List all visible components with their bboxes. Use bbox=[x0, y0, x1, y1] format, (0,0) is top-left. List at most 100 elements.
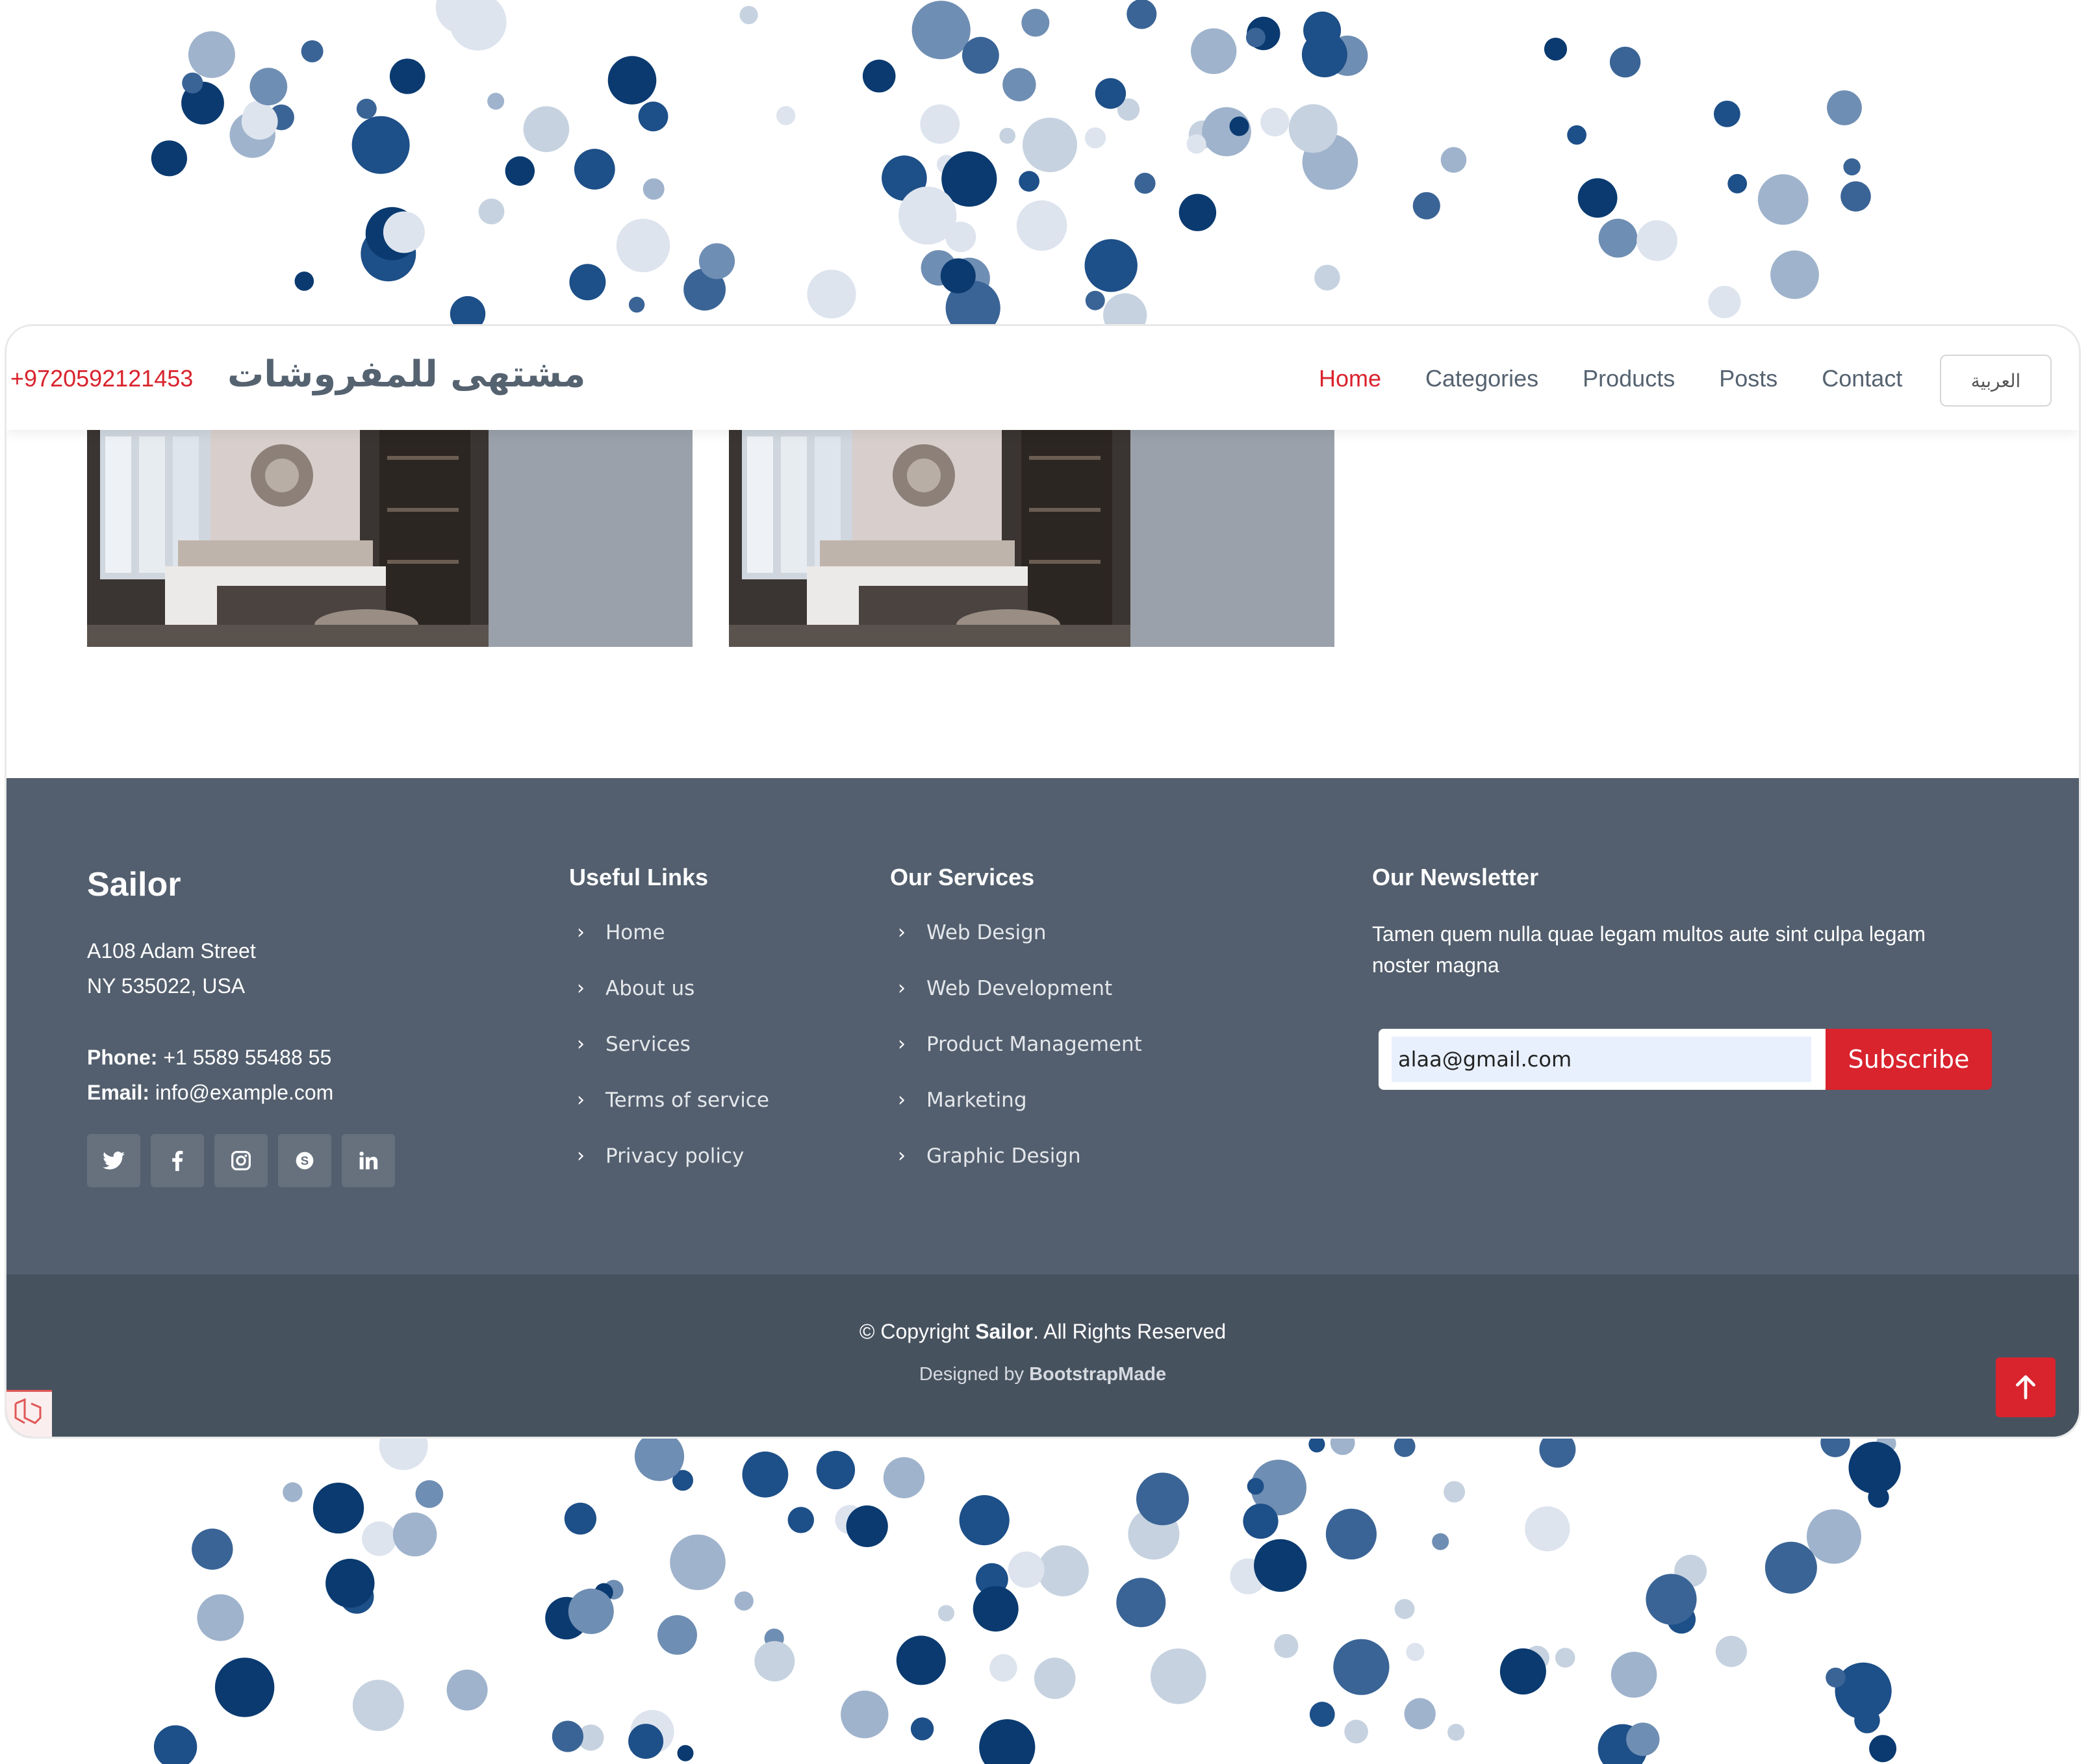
footer-service-product-management[interactable]: › Product Management bbox=[898, 1033, 1142, 1089]
chevron-right-icon: › bbox=[577, 1089, 585, 1111]
decorative-dot bbox=[1555, 1648, 1575, 1668]
twitter-icon[interactable] bbox=[87, 1134, 140, 1187]
nav-contact[interactable]: Contact bbox=[1822, 365, 1902, 392]
footer-link-about[interactable]: › About us bbox=[577, 977, 769, 1033]
decorative-dot bbox=[754, 1641, 795, 1682]
decorative-dot bbox=[1854, 1707, 1880, 1733]
nav-home[interactable]: Home bbox=[1319, 365, 1381, 392]
nav-categories[interactable]: Categories bbox=[1425, 365, 1538, 392]
skype-icon[interactable]: S bbox=[278, 1134, 331, 1187]
decorative-dot bbox=[962, 36, 999, 74]
decorative-dot bbox=[776, 106, 796, 125]
decorative-dot bbox=[1406, 1643, 1425, 1661]
subscribe-button[interactable]: Subscribe bbox=[1826, 1029, 1992, 1090]
footer-service-web-design[interactable]: › Web Design bbox=[898, 921, 1142, 977]
decorative-dot bbox=[197, 1594, 244, 1641]
footer-link-home[interactable]: › Home bbox=[577, 921, 769, 977]
decorative-dot bbox=[392, 1512, 437, 1557]
chevron-right-icon: › bbox=[898, 977, 906, 1000]
decorative-dot bbox=[1646, 1574, 1697, 1625]
services-list: › Web Design › Web Development › Product Ma… bbox=[898, 921, 1142, 1200]
decorative-dot bbox=[362, 1521, 397, 1556]
linkedin-icon[interactable] bbox=[342, 1134, 395, 1187]
decorative-dot bbox=[1807, 1509, 1861, 1564]
decorative-dot bbox=[1021, 8, 1050, 37]
decorative-dot bbox=[1843, 158, 1861, 176]
decorative-dot bbox=[153, 1725, 197, 1764]
decorative-dot bbox=[1134, 173, 1156, 194]
decorative-dot bbox=[1084, 127, 1106, 149]
decorative-dot bbox=[634, 1431, 685, 1481]
footer-service-marketing[interactable]: › Marketing bbox=[898, 1089, 1142, 1144]
decorative-dot bbox=[1770, 250, 1819, 299]
decorative-dot bbox=[351, 116, 410, 174]
bedroom-photo bbox=[729, 430, 1130, 647]
site-logo-text[interactable]: مشتهى للمفروشات bbox=[227, 353, 585, 396]
footer-service-label: Web Development bbox=[926, 977, 1113, 1000]
header-phone[interactable]: +9720592121453 bbox=[10, 365, 193, 392]
footer-link-privacy[interactable]: › Privacy policy bbox=[577, 1144, 769, 1200]
decorative-dot bbox=[896, 1635, 946, 1685]
newsletter-email-input[interactable] bbox=[1392, 1037, 1811, 1082]
decorative-dot bbox=[325, 1559, 375, 1608]
decorative-dot bbox=[1254, 1539, 1307, 1592]
nav-posts[interactable]: Posts bbox=[1719, 365, 1777, 392]
gallery-image-2[interactable] bbox=[729, 430, 1334, 647]
decorative-dot bbox=[1757, 174, 1809, 225]
gallery-image-1[interactable] bbox=[87, 430, 693, 647]
useful-links-title: Useful Links bbox=[569, 864, 709, 890]
decorative-dot bbox=[937, 1605, 954, 1622]
our-services-title: Our Services bbox=[890, 864, 1035, 890]
footer-link-services[interactable]: › Services bbox=[577, 1033, 769, 1089]
decorative-dot bbox=[249, 68, 288, 106]
arrow-up-icon bbox=[2016, 1375, 2035, 1400]
decorative-dot bbox=[214, 1657, 275, 1717]
decorative-dot bbox=[1151, 1648, 1206, 1704]
decorative-dot bbox=[1544, 38, 1568, 61]
decorative-dot bbox=[1333, 1639, 1390, 1695]
decorative-dot bbox=[1626, 1722, 1660, 1756]
chevron-right-icon: › bbox=[577, 977, 585, 1000]
browser-window: +9720592121453 مشتهى للمفروشات Home Cate… bbox=[6, 326, 2079, 1437]
copyright-brand: Sailor bbox=[975, 1320, 1034, 1343]
useful-links-list: › Home › About us › Services › Terms of serv… bbox=[577, 921, 769, 1200]
footer-link-label: Home bbox=[605, 921, 665, 944]
decorative-dot bbox=[1136, 1472, 1189, 1526]
decorative-dot bbox=[1084, 239, 1138, 292]
chevron-right-icon: › bbox=[577, 921, 585, 944]
decorative-dot bbox=[816, 1450, 856, 1490]
decorative-dot bbox=[1848, 1441, 1901, 1494]
facebook-icon[interactable] bbox=[151, 1134, 204, 1187]
decorative-dot bbox=[1764, 1541, 1817, 1594]
decorative-dot bbox=[1274, 1633, 1299, 1658]
back-to-top-button[interactable] bbox=[1996, 1357, 2056, 1417]
instagram-icon[interactable] bbox=[214, 1134, 268, 1187]
decorative-dot bbox=[1714, 101, 1740, 127]
footer-link-label: Privacy policy bbox=[605, 1144, 745, 1168]
decorative-dot bbox=[1567, 125, 1587, 145]
decorative-dot bbox=[739, 6, 758, 25]
decorative-dot bbox=[657, 1615, 697, 1655]
footer-service-graphic-design[interactable]: › Graphic Design bbox=[898, 1144, 1142, 1200]
designed-by-link[interactable]: BootstrapMade bbox=[1029, 1364, 1166, 1385]
footer-link-terms[interactable]: › Terms of service bbox=[577, 1089, 769, 1144]
decorative-dot bbox=[1598, 218, 1638, 258]
decorative-dot bbox=[1412, 192, 1440, 220]
footer-service-web-development[interactable]: › Web Development bbox=[898, 977, 1142, 1033]
decorative-dot bbox=[1715, 1635, 1747, 1667]
footer-email-value[interactable]: info@example.com bbox=[155, 1081, 333, 1104]
decorative-dot bbox=[1440, 147, 1467, 173]
decorative-dot bbox=[807, 270, 856, 319]
nav-products[interactable]: Products bbox=[1583, 365, 1675, 392]
footer-service-label: Marketing bbox=[926, 1089, 1027, 1112]
decorative-dot bbox=[1577, 178, 1618, 218]
decorative-dot bbox=[734, 1591, 754, 1611]
decorative-dot bbox=[356, 99, 377, 119]
decorative-dot bbox=[911, 1, 971, 60]
language-select[interactable]: العربية bbox=[1940, 355, 2052, 407]
footer-email-label: Email: bbox=[87, 1081, 150, 1104]
decorative-dot bbox=[1178, 194, 1217, 231]
decorative-dot bbox=[989, 1654, 1017, 1682]
decorative-dot bbox=[1869, 1735, 1897, 1763]
decorative-dot bbox=[920, 104, 960, 144]
